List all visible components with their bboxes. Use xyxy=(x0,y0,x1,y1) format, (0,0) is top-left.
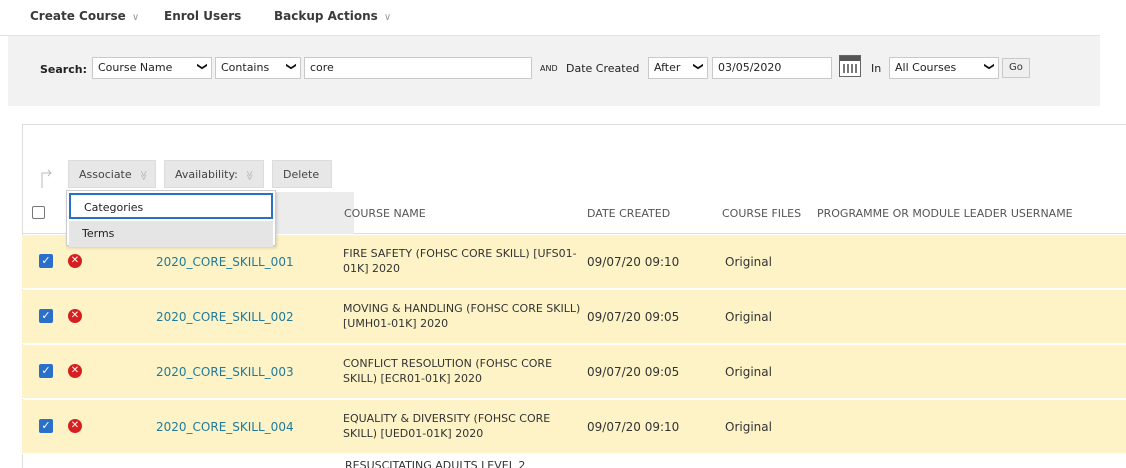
delete-icon[interactable]: ✕ xyxy=(68,254,82,268)
course-name: FIRE SAFETY (FOHSC CORE SKILL) [UFS01-01… xyxy=(343,247,577,275)
date-created: 09/07/20 09:10 xyxy=(587,420,680,434)
chevron-down-icon: ❯ xyxy=(196,62,208,71)
create-course-label: Create Course xyxy=(30,9,126,23)
partial-course-name: RESUSCITATING ADULTS LEVEL 2 xyxy=(345,459,526,468)
course-name: CONFLICT RESOLUTION (FOHSC CORE SKILL) [… xyxy=(343,357,553,385)
header-course-files[interactable]: COURSE FILES xyxy=(722,207,801,220)
availability-button[interactable]: Availability: ≫ xyxy=(164,160,264,188)
delete-button[interactable]: Delete xyxy=(272,160,332,188)
delete-icon[interactable]: ✕ xyxy=(68,364,82,378)
scope-value: All Courses xyxy=(895,61,957,74)
associate-label: Associate xyxy=(79,168,132,181)
date-operator-select[interactable]: After ❯ xyxy=(648,57,708,79)
course-files: Original xyxy=(725,365,772,379)
course-name: MOVING & HANDLING (FOHSC CORE SKILL) [UM… xyxy=(343,302,581,330)
search-field-value: Course Name xyxy=(98,61,173,74)
course-id-link[interactable]: 2020_CORE_SKILL_001 xyxy=(156,255,294,269)
date-created: 09/07/20 09:10 xyxy=(587,255,680,269)
calendar-icon[interactable] xyxy=(839,55,861,77)
backup-actions-label: Backup Actions xyxy=(274,9,378,23)
date-operator-value: After xyxy=(654,61,681,74)
course-files: Original xyxy=(725,420,772,434)
action-bar: Create Course ∨ Enrol Users Backup Action… xyxy=(0,0,1100,36)
chevron-down-icon: ∨ xyxy=(383,12,392,23)
chevron-down-icon: ❯ xyxy=(692,62,704,71)
course-id-link[interactable]: 2020_CORE_SKILL_003 xyxy=(156,365,294,379)
course-id-link[interactable]: 2020_CORE_SKILL_004 xyxy=(156,420,294,434)
select-all-checkbox[interactable] xyxy=(32,206,45,219)
date-created-label: Date Created xyxy=(566,62,640,75)
course-id-link[interactable]: 2020_CORE_SKILL_002 xyxy=(156,310,294,324)
associate-dropdown-menu: Categories Terms xyxy=(66,190,276,247)
date-created: 09/07/20 09:05 xyxy=(587,365,680,379)
course-name: EQUALITY & DIVERSITY (FOHSC CORE SKILL) … xyxy=(343,412,551,440)
row-checkbox[interactable]: ✓ xyxy=(39,254,53,268)
search-field-select[interactable]: Course Name ❯ xyxy=(92,57,212,79)
menu-item-categories[interactable]: Categories xyxy=(69,193,273,219)
search-operator-value: Contains xyxy=(221,61,270,74)
header-date-created[interactable]: DATE CREATED xyxy=(587,207,670,220)
course-files: Original xyxy=(725,255,772,269)
enrol-users-label: Enrol Users xyxy=(164,9,242,23)
go-button[interactable]: Go xyxy=(1002,58,1030,78)
menu-item-terms[interactable]: Terms xyxy=(69,221,273,247)
bulk-action-arrow-icon xyxy=(40,167,54,189)
header-leader-username[interactable]: PROGRAMME OR MODULE LEADER USERNAME xyxy=(817,207,1073,220)
enrol-users-button[interactable]: Enrol Users xyxy=(164,9,241,23)
availability-label: Availability: xyxy=(175,168,238,181)
search-input[interactable]: core xyxy=(304,57,532,79)
double-chevron-down-icon: ≫ xyxy=(137,170,149,181)
date-created: 09/07/20 09:05 xyxy=(587,310,680,324)
delete-icon[interactable]: ✕ xyxy=(68,419,82,433)
chevron-down-icon: ❯ xyxy=(983,62,995,71)
course-files: Original xyxy=(725,310,772,324)
associate-button[interactable]: Associate ≫ xyxy=(68,160,156,188)
in-label: In xyxy=(871,62,882,75)
double-chevron-down-icon: ≫ xyxy=(243,170,255,181)
chevron-down-icon: ❯ xyxy=(285,62,297,71)
create-course-menu[interactable]: Create Course ∨ xyxy=(30,9,139,23)
table-row[interactable]: ✓ ✕ 2020_CORE_SKILL_002 MOVING & HANDLIN… xyxy=(22,290,1126,344)
search-operator-select[interactable]: Contains ❯ xyxy=(215,57,301,79)
chevron-down-icon: ∨ xyxy=(131,12,140,23)
header-course-name[interactable]: COURSE NAME xyxy=(344,207,426,220)
search-label: Search: xyxy=(40,63,87,76)
date-input[interactable]: 03/05/2020 xyxy=(712,57,832,79)
row-checkbox[interactable]: ✓ xyxy=(39,309,53,323)
scope-select[interactable]: All Courses ❯ xyxy=(889,57,999,79)
and-label: AND xyxy=(540,64,558,73)
table-row[interactable]: ✓ ✕ 2020_CORE_SKILL_004 EQUALITY & DIVER… xyxy=(22,400,1126,454)
backup-actions-menu[interactable]: Backup Actions ∨ xyxy=(274,9,391,23)
table-row[interactable]: ✓ ✕ 2020_CORE_SKILL_003 CONFLICT RESOLUT… xyxy=(22,345,1126,399)
delete-icon[interactable]: ✕ xyxy=(68,309,82,323)
row-checkbox[interactable]: ✓ xyxy=(39,419,53,433)
row-checkbox[interactable]: ✓ xyxy=(39,364,53,378)
